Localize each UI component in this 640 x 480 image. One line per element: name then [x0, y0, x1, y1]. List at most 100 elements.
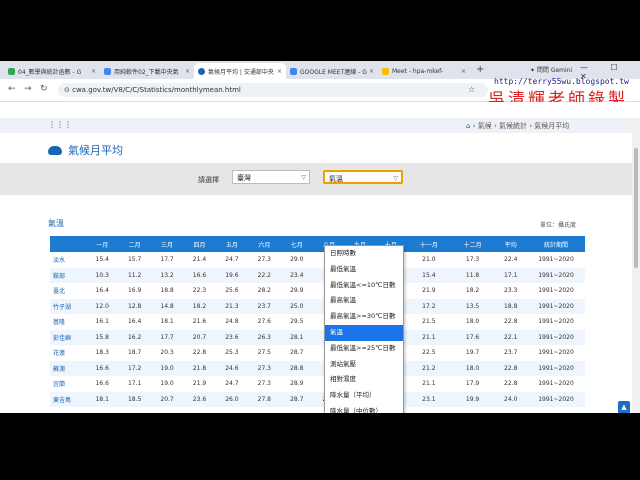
station-link[interactable]: 臺北 [50, 283, 86, 299]
table-cell: 18.2 [465, 287, 480, 295]
back-to-top-button[interactable]: ▲ [618, 401, 630, 413]
element-select[interactable]: 氣溫 ▽ [323, 170, 403, 184]
table-cell: 20.3 [160, 349, 174, 357]
table-cell: 1991~2020 [527, 267, 585, 283]
breadcrumb-sep: › [529, 122, 533, 130]
tab-0[interactable]: 04_數學與統計函數 - G × [4, 63, 100, 79]
url-field[interactable]: ⊙ cwa.gov.tw/V8/C/C/Statistics/monthlyme… [58, 83, 488, 97]
close-icon[interactable]: × [185, 68, 190, 75]
station-link[interactable]: 彭佳嶼 [50, 329, 86, 345]
back-icon[interactable]: ← [8, 84, 16, 94]
table-cell: 29.9 [290, 287, 304, 295]
table-cell: 16.4 [95, 287, 109, 295]
table-cell: 23.7 [504, 349, 518, 357]
dropdown-option[interactable]: 降水量（中位數） [325, 404, 403, 413]
menu-icon[interactable]: ⋮⋮⋮ [48, 120, 72, 129]
dropdown-option[interactable]: 最高氣溫 [325, 293, 403, 309]
table-cell: 11.8 [450, 267, 495, 283]
table-cell: 16.6 [86, 360, 119, 376]
table-cell: 17.1 [494, 267, 527, 283]
table-cell: 13.5 [450, 298, 495, 314]
close-icon[interactable]: × [277, 68, 282, 75]
dropdown-option[interactable]: 測站氣壓 [325, 357, 403, 373]
table-cell: 27.3 [248, 360, 281, 376]
close-icon[interactable]: × [461, 68, 466, 75]
station-link[interactable]: 蘇澳 [50, 360, 86, 376]
scrollbar-thumb[interactable] [634, 148, 638, 268]
table-cell: 22.8 [494, 360, 527, 376]
station-link[interactable]: 淡水 [50, 252, 86, 268]
table-cell: 20.7 [150, 391, 184, 407]
breadcrumb-item[interactable]: 氣候 [478, 122, 492, 130]
table-cell: 17.9 [465, 380, 480, 388]
table-header-cell: 平均 [494, 236, 527, 252]
dropdown-option[interactable]: 最低氣溫>=25℃日數 [325, 341, 403, 357]
station-link[interactable]: 東吉島 [50, 391, 86, 407]
station-link[interactable]: 竹子湖 [50, 298, 86, 314]
table-cell: 21.1 [422, 380, 436, 388]
table-header-cell: 統計期間 [527, 236, 585, 252]
table-cell: 1991~2020 [538, 287, 574, 295]
dropdown-option[interactable]: 氣溫 [325, 324, 403, 341]
docs-icon [290, 67, 297, 75]
browser-window: 04_數學與統計函數 - G × 用純軟件02_下載中央氣 × 氣候月平均 | … [0, 61, 640, 413]
home-icon[interactable]: ⌂ [466, 122, 470, 130]
table-cell: 28.1 [280, 329, 313, 345]
table-row: 基隆16.116.418.121.624.827.629.524.221.518… [50, 314, 585, 330]
station-link[interactable]: 基隆 [50, 314, 86, 330]
tab-3[interactable]: GOOGLE MEET連線 - G × [286, 63, 378, 79]
table-cell: 27.3 [257, 380, 271, 388]
dropdown-option[interactable]: 日照時數 [325, 246, 403, 262]
table-cell: 19.6 [215, 267, 249, 283]
station-link[interactable]: 宜蘭 [50, 376, 86, 392]
station-link[interactable]: 鞍部 [50, 267, 86, 283]
table-cell: 15.4 [95, 256, 109, 264]
new-tab-button[interactable]: + [476, 64, 484, 75]
table-header-cell: 二月 [118, 236, 151, 252]
close-icon[interactable]: × [369, 68, 374, 75]
dropdown-option[interactable]: 降水量（平均） [325, 388, 403, 404]
tab-label: 04_數學與統計函數 - G [18, 68, 82, 76]
table-cell: 18.2 [183, 298, 216, 314]
table-cell: 21.3 [215, 298, 249, 314]
station-link[interactable]: 花蓮 [50, 345, 86, 361]
dropdown-option[interactable]: 相對濕度 [325, 372, 403, 388]
gemini-button[interactable]: ✦ 問問 Gemini [530, 65, 572, 74]
table-row: 花蓮18.318.720.322.825.327.528.724.922.519… [50, 345, 585, 361]
table-cell: 10.3 [86, 267, 119, 283]
dropdown-option[interactable]: 最低氣溫 [325, 262, 403, 278]
table-cell: 1991~2020 [538, 318, 574, 326]
scrollbar[interactable] [632, 118, 640, 413]
filter-label: 請選擇 [198, 176, 219, 184]
dropdown-option[interactable]: 最高氣溫>=30℃日數 [325, 309, 403, 325]
table-cell: 15.4 [406, 267, 451, 283]
table-cell: 15.8 [86, 329, 119, 345]
bookmark-star-icon[interactable]: ☆ [468, 85, 475, 94]
table-cell: 19.7 [465, 349, 480, 357]
reload-icon[interactable]: ↻ [40, 84, 48, 94]
table-cell: 22.3 [192, 287, 207, 295]
table-cell: 18.8 [494, 298, 527, 314]
table-cell: 25.0 [280, 298, 313, 314]
table-row: 彭佳嶼15.816.217.720.723.626.328.123.821.11… [50, 329, 585, 345]
table-cell: 23.1 [406, 391, 451, 407]
tab-2-active[interactable]: 氣候月平均 | 交通部中央 × [194, 63, 286, 79]
table-cell: 24.7 [225, 380, 239, 388]
tab-4[interactable]: Meet - hpa-mkef- × [378, 63, 470, 79]
region-select-value: 臺灣 [237, 174, 251, 182]
tab-1[interactable]: 用純軟件02_下載中央氣 × [100, 63, 194, 79]
table-cell: 1991~2020 [538, 349, 574, 357]
table-cell: 29.0 [290, 256, 304, 264]
chevron-down-icon: ▽ [393, 175, 398, 182]
table-cell: 19.0 [150, 360, 184, 376]
table-cell: 25.6 [225, 287, 239, 295]
close-icon[interactable]: × [91, 68, 96, 75]
site-info-icon[interactable]: ⊙ [64, 86, 70, 94]
region-select[interactable]: 臺灣 ▽ [232, 170, 310, 184]
breadcrumb-item[interactable]: 氣候統計 [499, 122, 527, 130]
table-header-cell: 十二月 [450, 236, 495, 252]
dropdown-option[interactable]: 最低氣溫<=10℃日數 [325, 278, 403, 294]
table-cell: 22.8 [504, 318, 518, 326]
table-cell: 27.8 [248, 391, 281, 407]
forward-icon[interactable]: → [24, 84, 32, 94]
